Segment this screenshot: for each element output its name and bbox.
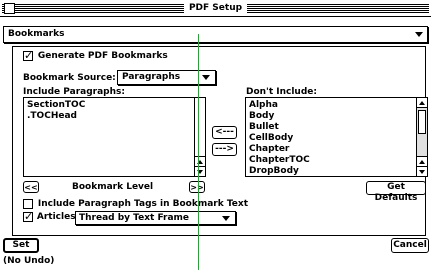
generate-bookmarks-checkbox[interactable] — [23, 49, 33, 62]
include-list-scrollbar[interactable] — [194, 98, 205, 176]
scroll-down-button[interactable] — [417, 166, 427, 176]
list-item[interactable]: Chapter — [249, 144, 289, 155]
window-title: PDF Setup — [0, 2, 431, 14]
move-right-button[interactable]: ---> — [212, 143, 237, 156]
scroll-down-button[interactable] — [195, 166, 205, 176]
decrease-level-button[interactable]: << — [23, 181, 39, 193]
arrow-down-icon — [419, 170, 425, 174]
chevron-down-icon — [202, 75, 210, 80]
title-bar[interactable]: PDF Setup — [0, 0, 431, 17]
dont-include-label: Don't Include: — [246, 87, 317, 97]
arrow-up-icon — [419, 160, 425, 164]
move-left-button[interactable]: <--- — [212, 126, 237, 139]
articles-label: Articles: — [36, 212, 80, 222]
list-item[interactable]: SectionTOC — [27, 100, 85, 111]
list-item[interactable]: .TOCHead — [27, 111, 77, 122]
scroll-up-button[interactable] — [195, 156, 205, 166]
scroll-thumb[interactable] — [418, 110, 426, 134]
section-popup-value: Bookmarks — [8, 29, 65, 39]
articles-checkbox[interactable] — [23, 210, 33, 223]
guide-line — [198, 34, 199, 270]
dont-include-list[interactable]: Alpha Body Bullet CellBody Chapter Chapt… — [245, 97, 428, 177]
include-tags-row[interactable]: Include Paragraph Tags in Bookmark Text — [23, 199, 248, 210]
articles-value: Thread by Text Frame — [79, 213, 190, 223]
include-paragraphs-list[interactable]: SectionTOC .TOCHead — [23, 97, 206, 177]
scroll-up-button[interactable] — [417, 98, 427, 108]
bookmark-source-popup[interactable]: Paragraphs — [117, 70, 216, 85]
get-defaults-button[interactable]: Get Defaults — [366, 181, 426, 203]
arrow-up-icon — [419, 101, 425, 105]
chevron-down-icon — [222, 216, 230, 221]
list-item[interactable]: Alpha — [249, 100, 278, 111]
scroll-up-button-bottom[interactable] — [417, 156, 427, 166]
chevron-down-icon — [415, 32, 423, 37]
undo-status: (No Undo) — [3, 256, 55, 266]
bookmark-source-label: Bookmark Source: — [23, 73, 116, 83]
increase-level-button[interactable]: >> — [189, 181, 205, 193]
bookmark-source-value: Paragraphs — [122, 72, 181, 82]
list-item[interactable]: CellBody — [249, 133, 293, 144]
include-paragraphs-label: Include Paragraphs: — [23, 87, 125, 97]
articles-row[interactable]: Articles: — [23, 210, 80, 223]
include-tags-checkbox[interactable] — [23, 199, 33, 209]
bookmark-level-label: Bookmark Level — [72, 182, 154, 192]
generate-bookmarks-row[interactable]: Generate PDF Bookmarks — [23, 49, 168, 62]
articles-popup[interactable]: Thread by Text Frame — [75, 211, 236, 225]
list-item[interactable]: ChapterTOC — [249, 155, 310, 166]
list-item[interactable]: DropBody — [249, 166, 299, 177]
section-popup[interactable]: Bookmarks — [3, 26, 428, 43]
cancel-button[interactable]: Cancel — [391, 238, 429, 253]
list-item[interactable]: Body — [249, 111, 274, 122]
generate-bookmarks-label: Generate PDF Bookmarks — [37, 51, 168, 61]
list-item[interactable]: Bullet — [249, 122, 279, 133]
set-button[interactable]: Set — [3, 238, 39, 253]
include-tags-label: Include Paragraph Tags in Bookmark Text — [37, 199, 248, 209]
dont-include-scrollbar[interactable] — [416, 98, 427, 176]
